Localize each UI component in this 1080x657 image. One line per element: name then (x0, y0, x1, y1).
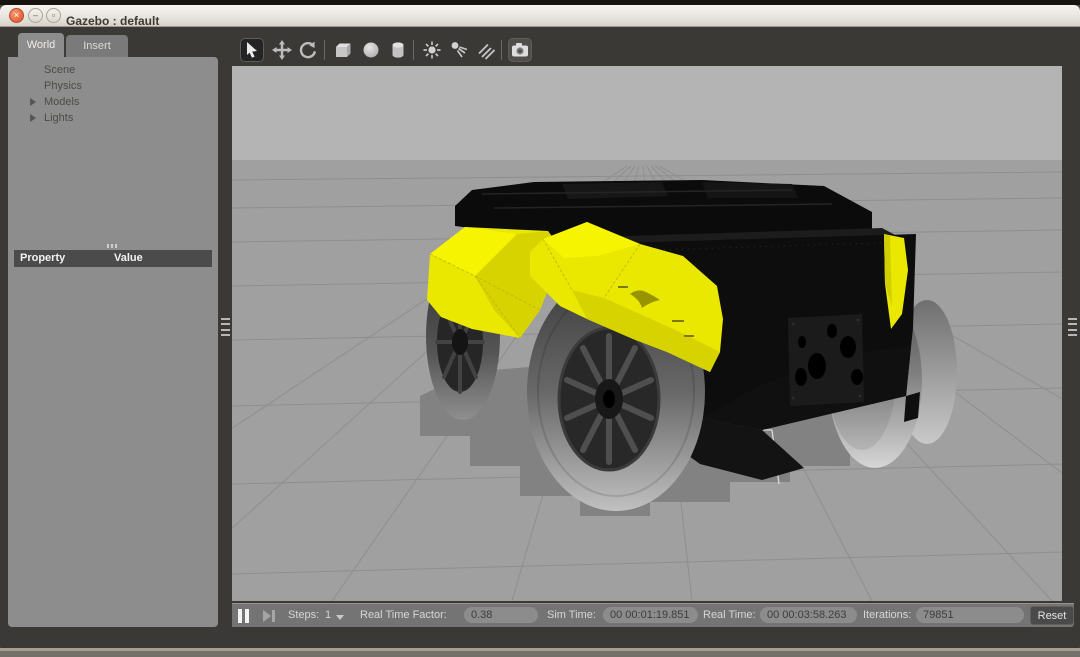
rotate-icon (299, 41, 317, 59)
point-light-button[interactable] (420, 38, 444, 62)
directional-light-icon (478, 43, 496, 60)
rtf-label: Real Time Factor: (360, 609, 447, 621)
3d-scene (0, 66, 1080, 602)
toolbar-separator (501, 40, 502, 60)
gazebo-window: × – ▫ Gazebo : default World Insert Scen… (0, 0, 1080, 657)
tree-item-physics[interactable]: Physics (8, 78, 218, 94)
tab-world[interactable]: World (18, 33, 64, 57)
tree-item-scene[interactable]: Scene (8, 62, 218, 78)
screenshot-button[interactable] (508, 38, 532, 62)
sphere-icon (363, 42, 379, 58)
left-splitter-handle[interactable] (221, 316, 230, 338)
point-light-icon (423, 41, 441, 59)
select-arrow-icon (247, 42, 257, 58)
reset-button[interactable]: Reset (1030, 606, 1074, 625)
toolbar-separator (413, 40, 414, 60)
maximize-icon[interactable]: ▫ (46, 8, 61, 23)
right-splitter-handle[interactable] (1068, 316, 1077, 338)
viewport-toolbar (232, 33, 1080, 66)
window-title: Gazebo : default (66, 14, 160, 28)
panel-splitter-grip[interactable] (107, 244, 121, 248)
tab-insert[interactable]: Insert (66, 35, 128, 57)
tree-item-lights[interactable]: Lights (8, 110, 218, 126)
insert-box-button[interactable] (331, 38, 355, 62)
rotate-tool-button[interactable] (296, 38, 320, 62)
translate-icon (272, 40, 292, 60)
real-time-value: 00 00:03:58.263 (760, 607, 857, 623)
spot-light-button[interactable] (447, 38, 471, 62)
property-table-header: Property Value (14, 250, 212, 267)
titlebar[interactable]: × – ▫ Gazebo : default (0, 5, 1080, 28)
iterations-label: Iterations: (863, 609, 912, 621)
directional-light-button[interactable] (474, 38, 498, 62)
spot-light-icon (451, 42, 468, 58)
iterations-value: 79851 (916, 607, 1024, 623)
steps-label: Steps: (288, 609, 320, 621)
select-tool-button[interactable] (240, 38, 264, 62)
steps-dropdown-icon[interactable] (336, 615, 344, 620)
insert-sphere-button[interactable] (359, 38, 383, 62)
rtf-value: 0.38 (464, 607, 538, 623)
property-column-header: Property (20, 252, 66, 264)
sim-time-label: Sim Time: (547, 609, 596, 621)
expand-arrow-icon[interactable] (30, 114, 36, 122)
pause-button[interactable] (238, 609, 252, 623)
expand-arrow-icon[interactable] (30, 98, 36, 106)
camera-icon (512, 43, 528, 57)
toolbar-separator (324, 40, 325, 60)
3d-viewport[interactable] (0, 66, 1080, 602)
translate-tool-button[interactable] (270, 38, 294, 62)
cylinder-icon (392, 42, 404, 58)
insert-cylinder-button[interactable] (386, 38, 410, 62)
minimize-icon[interactable]: – (28, 8, 43, 23)
step-button[interactable] (263, 610, 277, 622)
sim-time-value: 00 00:01:19.851 (603, 607, 698, 623)
close-icon[interactable]: × (9, 8, 24, 23)
world-panel: Scene Physics Models Lights Property Val… (8, 57, 218, 627)
desktop-strip-bottom (0, 651, 1080, 657)
tree-item-models[interactable]: Models (8, 94, 218, 110)
real-time-label: Real Time: (703, 609, 756, 621)
box-icon (336, 43, 351, 57)
value-column-header: Value (114, 252, 143, 264)
rear-panel (788, 314, 864, 406)
simulation-statusbar: Steps: 1 Real Time Factor: 0.38 Sim Time… (232, 603, 1074, 627)
sky (232, 66, 1062, 160)
steps-value[interactable]: 1 (325, 609, 331, 621)
world-tree: Scene Physics Models Lights (8, 62, 218, 126)
